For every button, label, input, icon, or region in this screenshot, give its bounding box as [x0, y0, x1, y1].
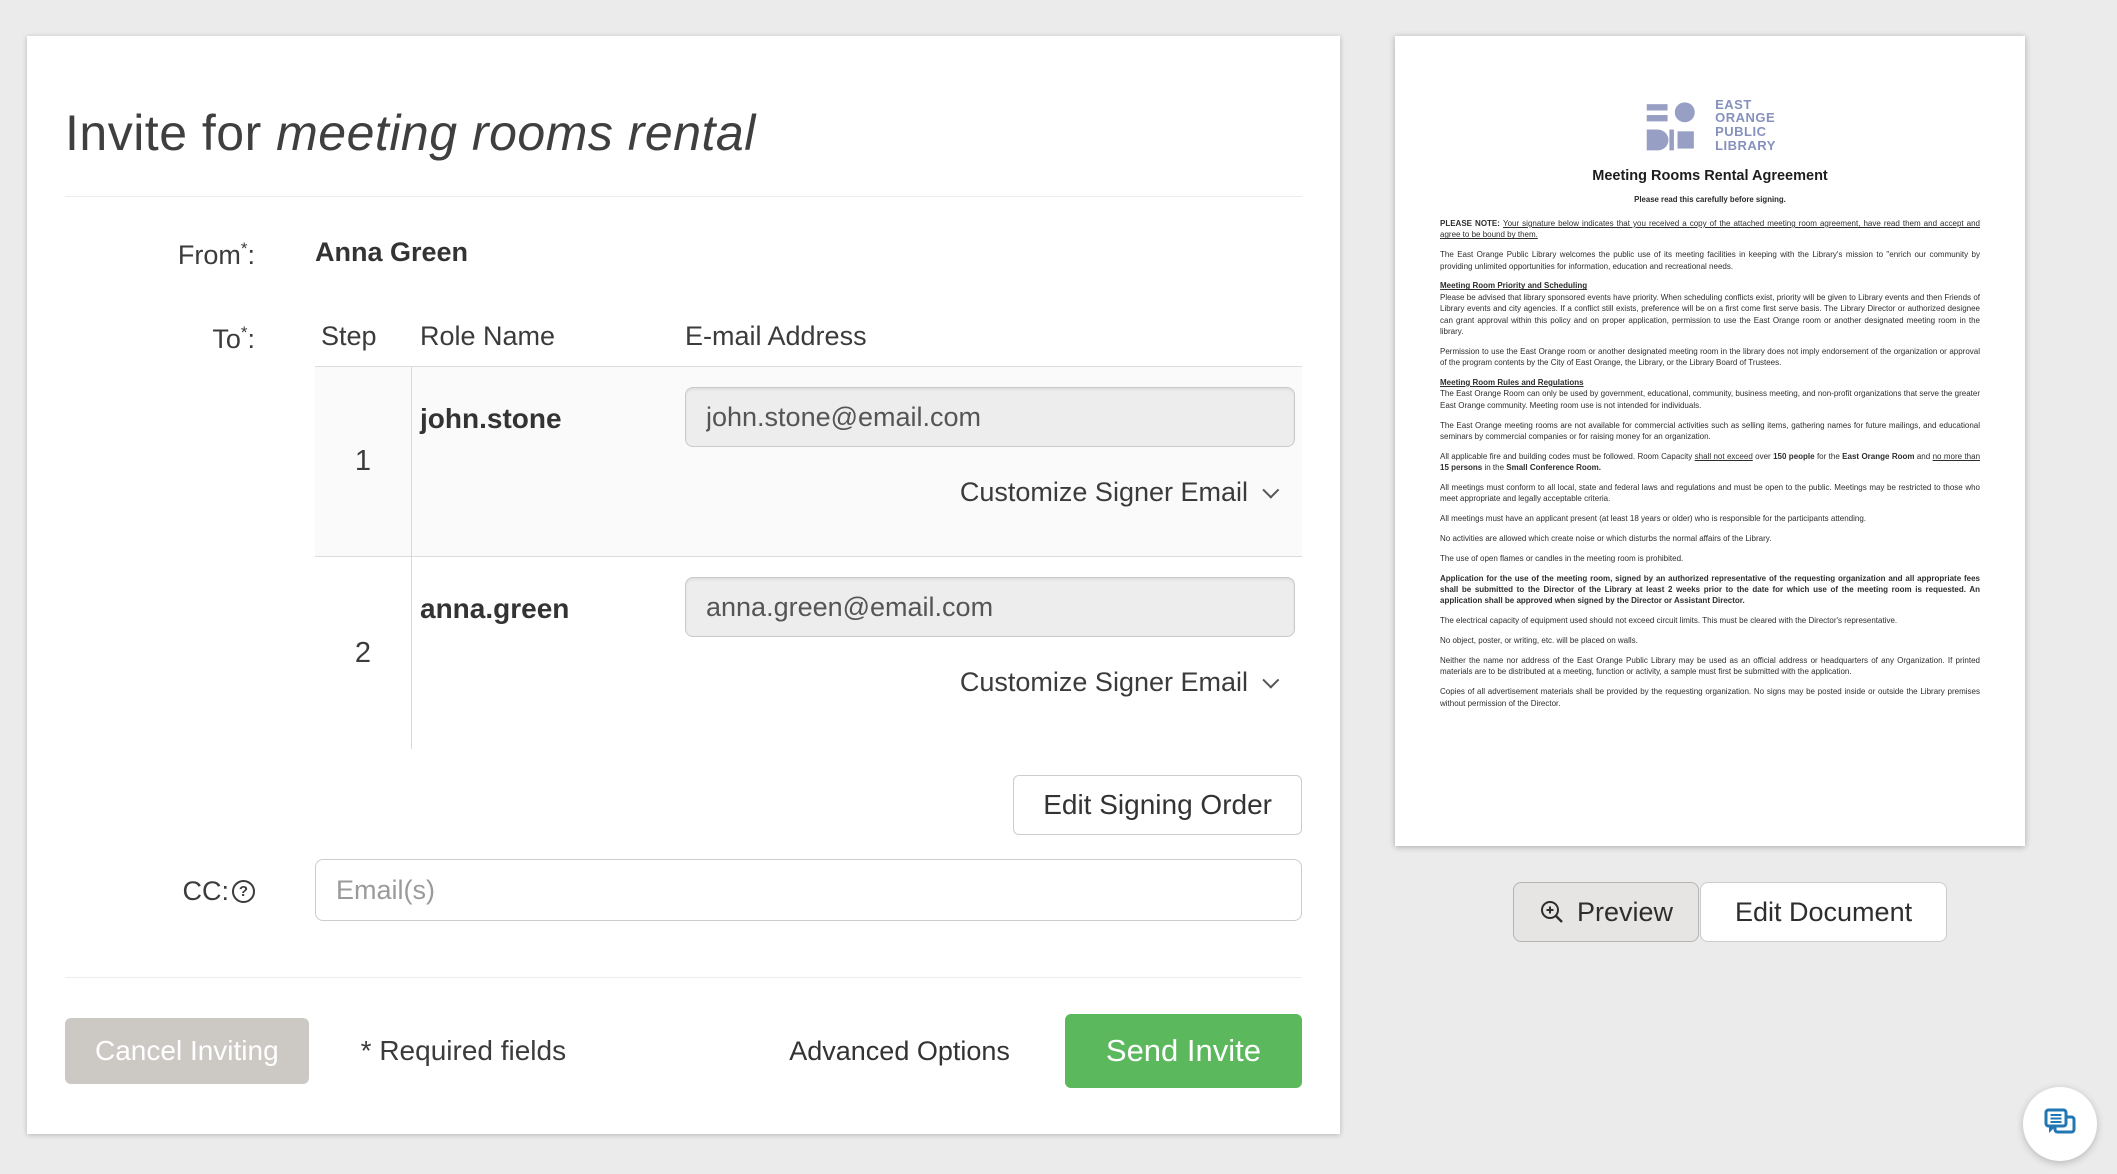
preview-button[interactable]: Preview — [1513, 882, 1699, 942]
page-title: Invite for meeting rooms rental — [65, 36, 1302, 162]
signer-2-step: 2 — [315, 557, 412, 749]
chat-fab-button[interactable] — [2023, 1087, 2097, 1161]
cc-row: CC:? — [65, 859, 1302, 921]
column-header-step: Step — [315, 321, 412, 352]
signer-row-1: 1 john.stone Customize Signer Email — [315, 367, 1302, 557]
column-header-role-name: Role Name — [412, 321, 685, 352]
signer-1-role-name: john.stone — [412, 367, 685, 556]
column-header-email-address: E-mail Address — [685, 321, 1302, 352]
to-label: To*: — [65, 321, 255, 355]
document-preview-page: EAST ORANGE PUBLIC LIBRARY Meeting Rooms… — [1395, 36, 2025, 846]
signer-2-email-input[interactable] — [685, 577, 1295, 637]
cc-emails-input[interactable] — [315, 859, 1302, 921]
signer-1-customize-email-link[interactable]: Customize Signer Email — [685, 477, 1302, 508]
signer-1-email-input[interactable] — [685, 387, 1295, 447]
edit-document-button[interactable]: Edit Document — [1700, 882, 1947, 942]
required-fields-note: * Required fields — [361, 1035, 566, 1067]
chat-icon — [2041, 1105, 2079, 1143]
library-logo-text: EAST ORANGE PUBLIC LIBRARY — [1715, 98, 1776, 153]
library-logo: EAST ORANGE PUBLIC LIBRARY — [1440, 96, 1980, 154]
signer-2-role-name: anna.green — [412, 557, 685, 749]
from-row: From*: Anna Green — [65, 237, 1302, 271]
invite-form-card: Invite for meeting rooms rental From*: A… — [27, 36, 1340, 1134]
signers-table: Step Role Name E-mail Address 1 john.sto… — [315, 321, 1302, 749]
cancel-inviting-button[interactable]: Cancel Inviting — [65, 1018, 309, 1084]
cc-help-icon[interactable]: ? — [232, 880, 255, 903]
document-body: PLEASE NOTE: Your signature below indica… — [1440, 218, 1980, 709]
zoom-in-icon — [1539, 899, 1565, 925]
from-label: From*: — [65, 237, 255, 271]
to-row: To*: Step Role Name E-mail Address 1 joh… — [65, 321, 1302, 835]
advanced-options-link[interactable]: Advanced Options — [789, 1036, 1010, 1067]
title-divider — [65, 196, 1302, 197]
chevron-down-icon — [1262, 481, 1279, 498]
document-title: Meeting Rooms Rental Agreement — [1440, 168, 1980, 184]
invite-footer: Cancel Inviting * Required fields Advanc… — [65, 1014, 1302, 1088]
footer-divider — [65, 977, 1302, 978]
document-subtitle: Please read this carefully before signin… — [1440, 195, 1980, 204]
signer-1-step: 1 — [315, 367, 412, 556]
send-invite-button[interactable]: Send Invite — [1065, 1014, 1302, 1088]
edit-signing-order-button[interactable]: Edit Signing Order — [1013, 775, 1302, 835]
from-value: Anna Green — [315, 237, 1302, 268]
signer-2-customize-email-link[interactable]: Customize Signer Email — [685, 667, 1302, 698]
signer-row-2: 2 anna.green Customize Signer Email — [315, 557, 1302, 749]
signers-table-header: Step Role Name E-mail Address — [315, 321, 1302, 367]
page-title-document-name: meeting rooms rental — [276, 105, 756, 161]
cc-label: CC:? — [65, 874, 255, 907]
library-logo-icon — [1644, 96, 1702, 154]
chevron-down-icon — [1262, 671, 1279, 688]
